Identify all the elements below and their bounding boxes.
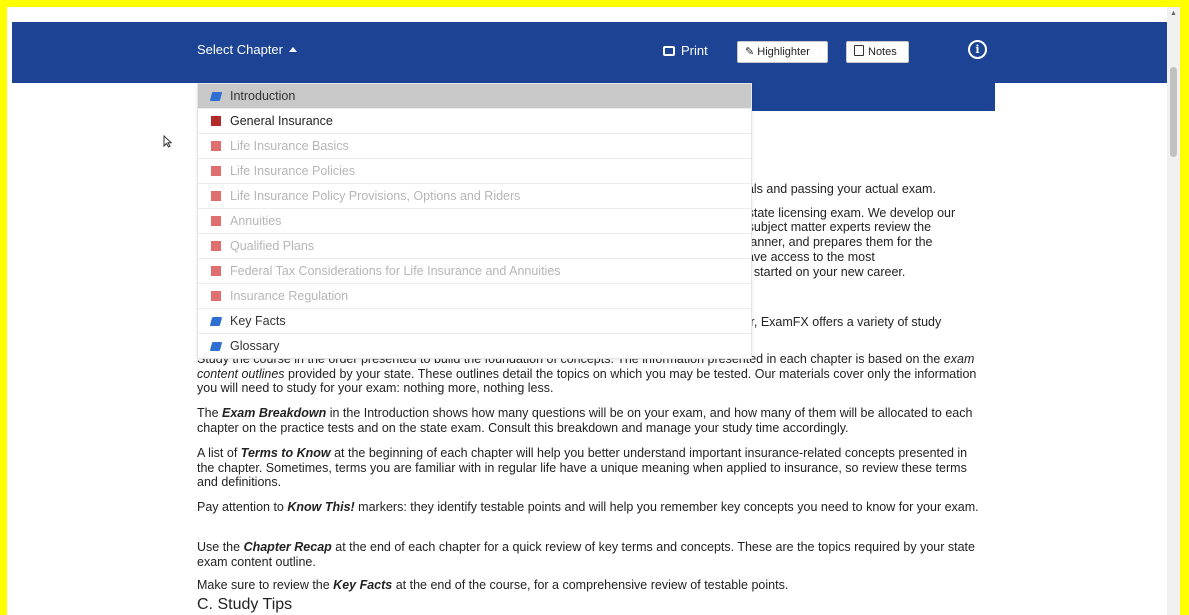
chapter-item-insurance-regulation[interactable]: Insurance Regulation — [198, 284, 751, 309]
chapter-square-icon — [211, 191, 221, 201]
paragraph-chapter-recap: Use the Chapter Recap at the end of each… — [197, 540, 975, 569]
chapter-square-icon — [211, 266, 221, 276]
highlighter-button[interactable]: ✎ Highlighter — [737, 41, 828, 63]
chapter-item-key-facts[interactable]: Key Facts — [198, 309, 751, 334]
chapter-item-life-insurance-basics[interactable]: Life Insurance Basics — [198, 134, 751, 159]
text-fragment: manner, and prepares them for the — [740, 235, 933, 249]
chapter-square-icon — [211, 241, 221, 251]
text-fragment: tor, ExamFX offers a variety of study — [740, 315, 942, 329]
paragraph-know-this: Pay attention to Know This! markers: the… — [197, 500, 979, 514]
chapter-item-federal-tax[interactable]: Federal Tax Considerations for Life Insu… — [198, 259, 751, 284]
chapter-item-general-insurance[interactable]: General Insurance — [198, 109, 751, 134]
select-chapter-button[interactable]: Select Chapter — [197, 42, 297, 57]
app-window: Select Chapter Print ✎ Highlighter Notes… — [7, 7, 1180, 615]
chapter-square-icon — [211, 116, 221, 126]
text-fragment: rials and passing your actual exam. — [740, 182, 936, 196]
notes-label: Notes — [868, 46, 897, 58]
notes-button[interactable]: Notes — [846, 41, 909, 63]
chapter-item-annuities[interactable]: Annuities — [198, 209, 751, 234]
text-fragment: r state licensing exam. We develop our — [740, 206, 956, 220]
pencil-icon: ✎ — [745, 46, 755, 58]
text-fragment: have access to the most — [740, 250, 875, 264]
print-button[interactable]: Print — [663, 43, 708, 58]
chapter-square-icon — [211, 216, 221, 226]
chapter-item-introduction[interactable]: Introduction — [198, 84, 751, 109]
page-scrollbar[interactable]: ▲ — [1167, 7, 1180, 615]
print-label: Print — [681, 43, 708, 58]
book-icon — [209, 92, 223, 101]
paragraph-exam-breakdown: The Exam Breakdown in the Introduction s… — [197, 406, 973, 435]
chapter-item-qualified-plans[interactable]: Qualified Plans — [198, 234, 751, 259]
toolbar-extension — [752, 83, 995, 111]
caret-up-icon — [289, 47, 297, 52]
chapter-square-icon — [211, 291, 221, 301]
highlighter-label: Highlighter — [757, 46, 810, 58]
paragraph-key-facts: Make sure to review the Key Facts at the… — [197, 578, 789, 592]
chapter-square-icon — [211, 141, 221, 151]
chapter-square-icon — [211, 166, 221, 176]
scroll-up-icon[interactable]: ▲ — [1170, 10, 1177, 17]
chapter-item-glossary[interactable]: Glossary — [198, 334, 751, 358]
printer-icon — [663, 46, 675, 56]
top-toolbar — [12, 22, 1167, 83]
info-icon[interactable]: i — [968, 40, 987, 59]
chapter-dropdown-menu: Introduction General Insurance Life Insu… — [197, 83, 752, 359]
note-icon — [854, 45, 864, 56]
section-heading-study-tips: C. Study Tips — [197, 596, 293, 613]
chapter-item-policy-provisions[interactable]: Life Insurance Policy Provisions, Option… — [198, 184, 751, 209]
select-chapter-label: Select Chapter — [197, 42, 283, 57]
book-icon — [209, 317, 223, 326]
text-fragment: r subject matter experts review the — [740, 220, 932, 234]
chapter-item-life-insurance-policies[interactable]: Life Insurance Policies — [198, 159, 751, 184]
paragraph-terms-to-know: A list of Terms to Know at the beginning… — [197, 446, 968, 489]
scroll-thumb[interactable] — [1170, 67, 1177, 157]
text-fragment: et started on your new career. — [740, 265, 906, 279]
book-icon — [209, 342, 223, 351]
